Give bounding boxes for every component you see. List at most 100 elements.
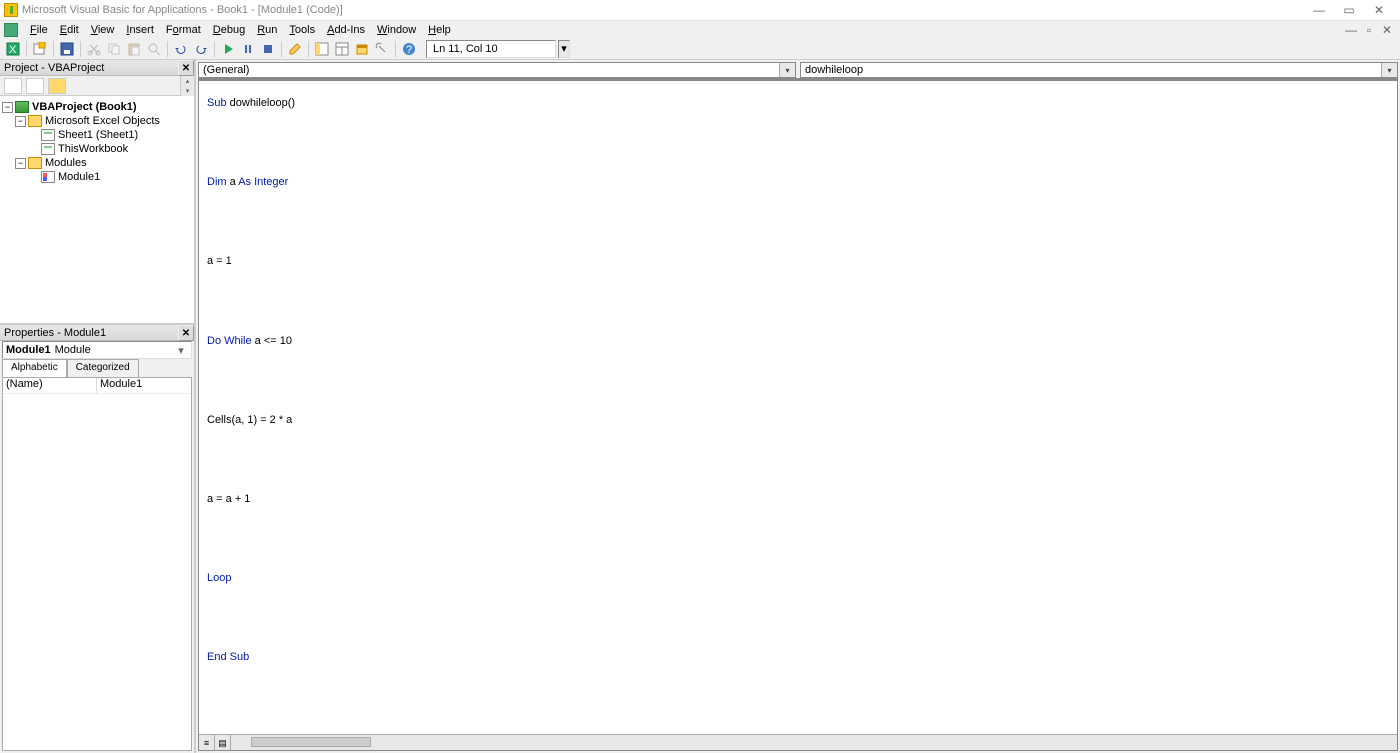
view-code-button[interactable] (4, 78, 22, 94)
project-pane-header: Project - VBAProject ✕ (0, 60, 194, 76)
tree-item-label: Module1 (58, 171, 100, 183)
project-scroll-buttons[interactable]: ▴▾ (180, 76, 194, 96)
mdi-restore-button[interactable]: ▫ (1362, 23, 1376, 37)
find-button[interactable] (145, 40, 163, 58)
menu-debug[interactable]: Debug (207, 24, 251, 36)
close-button[interactable]: ✕ (1372, 3, 1386, 17)
menu-insert[interactable]: Insert (120, 24, 160, 36)
design-mode-button[interactable] (286, 40, 304, 58)
folder-icon (28, 115, 42, 127)
code-content[interactable]: Sub dowhileloop() Dim a As Integer a = 1… (199, 79, 1397, 681)
tree-item-module1[interactable]: Module1 (2, 170, 192, 184)
svg-text:X: X (9, 44, 17, 56)
collapse-icon[interactable]: − (15, 158, 26, 169)
mdi-minimize-button[interactable]: — (1344, 23, 1358, 37)
tree-item-thisworkbook[interactable]: ThisWorkbook (2, 142, 192, 156)
properties-object-selector[interactable]: Module1 Module ▾ (2, 341, 192, 359)
view-excel-button[interactable]: X (4, 40, 22, 58)
excel-app-icon[interactable] (4, 23, 18, 37)
undo-button[interactable] (172, 40, 190, 58)
procedure-divider (199, 79, 1397, 81)
object-selector-dropdown[interactable]: (General) ▾ (198, 62, 796, 78)
window-titlebar: Microsoft Visual Basic for Applications … (0, 0, 1400, 20)
tree-item-label: Sheet1 (Sheet1) (58, 129, 138, 141)
menu-window[interactable]: Window (371, 24, 422, 36)
property-row-name[interactable]: (Name) Module1 (3, 378, 191, 394)
properties-pane-title: Properties - Module1 (4, 327, 106, 339)
minimize-button[interactable]: — (1312, 3, 1326, 17)
tree-project-root[interactable]: − VBAProject (Book1) (2, 100, 192, 114)
menu-view[interactable]: View (85, 24, 121, 36)
module-icon (41, 171, 55, 183)
mdi-close-button[interactable]: ✕ (1380, 23, 1394, 37)
properties-object-type: Module (55, 344, 91, 356)
folder-icon (28, 157, 42, 169)
object-selector-value: (General) (203, 64, 249, 76)
window-title: Microsoft Visual Basic for Applications … (22, 4, 1312, 16)
view-object-button[interactable] (26, 78, 44, 94)
tree-item-sheet1[interactable]: Sheet1 (Sheet1) (2, 128, 192, 142)
menu-run[interactable]: Run (251, 24, 283, 36)
svg-text:?: ? (406, 44, 412, 56)
tree-project-label: VBAProject (Book1) (32, 101, 137, 113)
properties-object-name: Module1 (6, 344, 51, 356)
toolbox-button[interactable] (373, 40, 391, 58)
tab-categorized[interactable]: Categorized (67, 359, 139, 377)
scrollbar-thumb[interactable] (251, 737, 371, 747)
chevron-down-icon: ▾ (174, 344, 188, 357)
object-browser-button[interactable] (353, 40, 371, 58)
chevron-down-icon: ▾ (779, 63, 795, 77)
paste-button[interactable] (125, 40, 143, 58)
code-editor[interactable]: Sub dowhileloop() Dim a As Integer a = 1… (198, 78, 1398, 751)
menu-addins[interactable]: Add-Ins (321, 24, 371, 36)
menu-file[interactable]: File (24, 24, 54, 36)
collapse-icon[interactable]: − (15, 116, 26, 127)
tree-folder-excel-objects[interactable]: − Microsoft Excel Objects (2, 114, 192, 128)
procedure-selector-dropdown[interactable]: dowhileloop ▾ (800, 62, 1398, 78)
cursor-position-box: Ln 11, Col 10 (426, 40, 556, 58)
project-pane-close-button[interactable]: ✕ (178, 60, 194, 76)
copy-button[interactable] (105, 40, 123, 58)
reset-button[interactable] (259, 40, 277, 58)
cursor-position-dropdown[interactable]: ▾ (558, 40, 570, 58)
collapse-icon[interactable]: − (2, 102, 13, 113)
full-module-view-button[interactable]: ▤ (215, 735, 231, 751)
project-icon (15, 101, 29, 113)
maximize-button[interactable]: ▭ (1342, 3, 1356, 17)
project-pane-title: Project - VBAProject (4, 62, 104, 74)
menu-bar: File Edit View Insert Format Debug Run T… (0, 20, 1400, 38)
properties-grid[interactable]: (Name) Module1 (2, 377, 192, 751)
menu-help[interactable]: Help (422, 24, 457, 36)
tree-folder-modules[interactable]: − Modules (2, 156, 192, 170)
sheet-icon (41, 129, 55, 141)
procedure-selector-value: dowhileloop (805, 64, 863, 76)
project-explorer-button[interactable] (313, 40, 331, 58)
menu-edit[interactable]: Edit (54, 24, 85, 36)
property-value[interactable]: Module1 (97, 378, 191, 393)
menu-tools[interactable]: Tools (283, 24, 321, 36)
project-tree[interactable]: − VBAProject (Book1) − Microsoft Excel O… (0, 96, 194, 325)
tree-folder-label: Modules (45, 157, 87, 169)
project-toolbar: ▴▾ (0, 76, 194, 96)
horizontal-scrollbar[interactable] (231, 735, 1397, 750)
chevron-down-icon: ▾ (1381, 63, 1397, 77)
vba-app-icon (4, 3, 18, 17)
break-button[interactable] (239, 40, 257, 58)
property-key: (Name) (3, 378, 97, 393)
properties-window-button[interactable] (333, 40, 351, 58)
properties-pane-close-button[interactable]: ✕ (178, 325, 194, 341)
workbook-icon (41, 143, 55, 155)
redo-button[interactable] (192, 40, 210, 58)
run-button[interactable] (219, 40, 237, 58)
toggle-folders-button[interactable] (48, 78, 66, 94)
save-button[interactable] (58, 40, 76, 58)
menu-format[interactable]: Format (160, 24, 207, 36)
tab-alphabetic[interactable]: Alphabetic (2, 359, 67, 377)
standard-toolbar: X ? Ln 11, Col 10 ▾ (0, 38, 1400, 60)
tree-item-label: ThisWorkbook (58, 143, 128, 155)
cut-button[interactable] (85, 40, 103, 58)
help-button[interactable]: ? (400, 40, 418, 58)
procedure-view-button[interactable]: ≡ (199, 735, 215, 751)
properties-pane-header: Properties - Module1 ✕ (0, 325, 194, 341)
insert-module-button[interactable] (31, 40, 49, 58)
